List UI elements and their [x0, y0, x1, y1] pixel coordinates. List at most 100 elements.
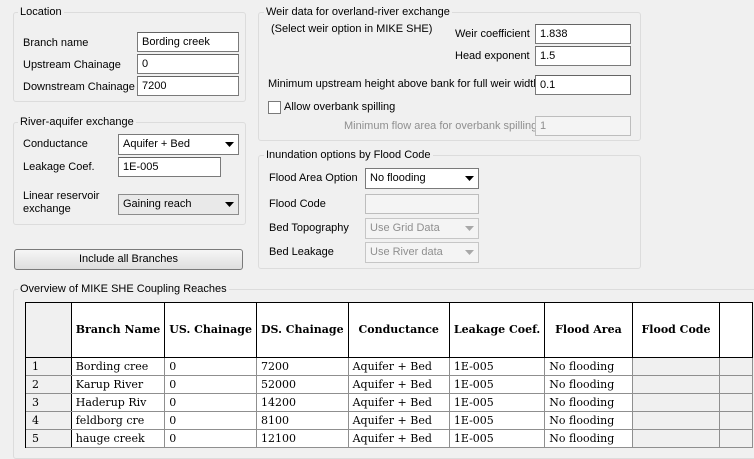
- column-header-ds-chainage[interactable]: DS. Chainage: [256, 303, 349, 358]
- cell-conductance[interactable]: Aquifer + Bed: [348, 375, 450, 394]
- chevron-down-icon: [465, 250, 474, 255]
- allow-overbank-label: Allow overbank spilling: [284, 101, 396, 113]
- flood-code-input[interactable]: [365, 194, 479, 214]
- linear-reservoir-select[interactable]: Gaining reach: [118, 194, 239, 215]
- cell-conductance[interactable]: Aquifer + Bed: [348, 357, 450, 376]
- bed-topography-select[interactable]: Use Grid Data: [365, 218, 479, 239]
- grid-corner: [26, 303, 72, 358]
- branch-name-input[interactable]: Bording creek: [137, 32, 239, 52]
- cell-branch-name[interactable]: hauge creek: [71, 429, 166, 448]
- chevron-down-icon: [225, 142, 234, 147]
- weir-coefficient-input[interactable]: 1.838: [535, 24, 631, 44]
- cell-us-chainage[interactable]: 0: [164, 411, 257, 430]
- inundation-title: Inundation options by Flood Code: [264, 149, 433, 162]
- column-header-conductance[interactable]: Conductance: [348, 303, 450, 358]
- weir-coefficient-label: Weir coefficient: [455, 28, 530, 40]
- cell-branch-name[interactable]: feldborg cre: [71, 411, 166, 430]
- cell-flood-code[interactable]: [632, 357, 721, 376]
- cell-extra: [719, 375, 753, 394]
- cell-conductance[interactable]: Aquifer + Bed: [348, 429, 450, 448]
- allow-overbank-checkbox[interactable]: [268, 101, 281, 114]
- cell-flood-code[interactable]: [632, 375, 721, 394]
- upstream-chainage-input[interactable]: 0: [137, 54, 239, 74]
- cell-flood-code[interactable]: [632, 393, 721, 412]
- overview-title: Overview of MIKE SHE Coupling Reaches: [18, 283, 229, 296]
- bed-topography-label: Bed Topography: [269, 222, 349, 234]
- flood-area-option-value: No flooding: [370, 172, 426, 184]
- table-row[interactable]: 4 feldborg cre 0 8100 Aquifer + Bed 1E-0…: [26, 411, 753, 430]
- location-title: Location: [18, 6, 64, 19]
- cell-branch-name[interactable]: Karup River: [71, 375, 166, 394]
- min-flow-area-input[interactable]: 1: [535, 116, 631, 136]
- table-row[interactable]: 2 Karup River 0 52000 Aquifer + Bed 1E-0…: [26, 375, 753, 394]
- table-row[interactable]: 3 Haderup Riv 0 14200 Aquifer + Bed 1E-0…: [26, 393, 753, 412]
- leakage-coef-input[interactable]: 1E-005: [118, 157, 221, 177]
- linear-reservoir-label: Linear reservoir exchange: [23, 190, 100, 215]
- weir-subtitle: (Select weir option in MIKE SHE): [271, 23, 433, 35]
- flood-code-label: Flood Code: [269, 198, 326, 210]
- cell-flood-area[interactable]: No flooding: [544, 375, 633, 394]
- cell-conductance[interactable]: Aquifer + Bed: [348, 393, 450, 412]
- table-row[interactable]: 1 Bording cree 0 7200 Aquifer + Bed 1E-0…: [26, 357, 753, 376]
- column-header-leakage-coef[interactable]: Leakage Coef.: [449, 303, 546, 358]
- min-flow-area-label: Minimum flow area for overbank spilling: [344, 120, 538, 132]
- cell-leakage-coef[interactable]: 1E-005: [449, 357, 546, 376]
- column-header-branch-name[interactable]: Branch Name: [71, 303, 166, 358]
- row-header[interactable]: 4: [26, 411, 72, 430]
- cell-leakage-coef[interactable]: 1E-005: [449, 429, 546, 448]
- cell-flood-area[interactable]: No flooding: [544, 429, 633, 448]
- column-header-us-chainage[interactable]: US. Chainage: [164, 303, 257, 358]
- cell-branch-name[interactable]: Bording cree: [71, 357, 166, 376]
- conductance-select[interactable]: Aquifer + Bed: [118, 134, 239, 155]
- cell-ds-chainage[interactable]: 52000: [256, 375, 349, 394]
- weir-title: Weir data for overland-river exchange: [264, 6, 452, 19]
- column-header-flood-code[interactable]: Flood Code: [632, 303, 721, 358]
- cell-flood-code[interactable]: [632, 429, 721, 448]
- chevron-down-icon: [465, 176, 474, 181]
- row-header[interactable]: 3: [26, 393, 72, 412]
- cell-us-chainage[interactable]: 0: [164, 393, 257, 412]
- row-header[interactable]: 1: [26, 357, 72, 376]
- branch-name-label: Branch name: [23, 37, 89, 49]
- column-header-flood-area[interactable]: Flood Area: [544, 303, 633, 358]
- cell-us-chainage[interactable]: 0: [164, 357, 257, 376]
- cell-us-chainage[interactable]: 0: [164, 429, 257, 448]
- bed-leakage-label: Bed Leakage: [269, 246, 334, 258]
- downstream-chainage-input[interactable]: 7200: [137, 76, 239, 96]
- bed-leakage-value: Use River data: [370, 246, 443, 258]
- cell-ds-chainage[interactable]: 12100: [256, 429, 349, 448]
- cell-branch-name[interactable]: Haderup Riv: [71, 393, 166, 412]
- head-exponent-label: Head exponent: [455, 50, 530, 62]
- cell-extra: [719, 357, 753, 376]
- conductance-label: Conductance: [23, 138, 88, 150]
- cell-extra: [719, 393, 753, 412]
- include-all-branches-button[interactable]: Include all Branches: [14, 249, 243, 270]
- bed-topography-value: Use Grid Data: [370, 222, 440, 234]
- cell-flood-area[interactable]: No flooding: [544, 411, 633, 430]
- cell-leakage-coef[interactable]: 1E-005: [449, 393, 546, 412]
- table-row[interactable]: 5 hauge creek 0 12100 Aquifer + Bed 1E-0…: [26, 429, 753, 448]
- min-height-input[interactable]: 0.1: [535, 75, 631, 95]
- cell-ds-chainage[interactable]: 8100: [256, 411, 349, 430]
- head-exponent-input[interactable]: 1.5: [535, 46, 631, 66]
- column-header-extra: [719, 303, 753, 358]
- cell-flood-area[interactable]: No flooding: [544, 357, 633, 376]
- cell-conductance[interactable]: Aquifer + Bed: [348, 411, 450, 430]
- cell-us-chainage[interactable]: 0: [164, 375, 257, 394]
- linear-reservoir-value: Gaining reach: [123, 198, 192, 210]
- row-header[interactable]: 2: [26, 375, 72, 394]
- cell-ds-chainage[interactable]: 7200: [256, 357, 349, 376]
- row-header[interactable]: 5: [26, 429, 72, 448]
- flood-area-option-label: Flood Area Option: [269, 172, 358, 184]
- cell-ds-chainage[interactable]: 14200: [256, 393, 349, 412]
- cell-leakage-coef[interactable]: 1E-005: [449, 411, 546, 430]
- cell-leakage-coef[interactable]: 1E-005: [449, 375, 546, 394]
- cell-extra: [719, 411, 753, 430]
- cell-flood-code[interactable]: [632, 411, 721, 430]
- grid-header-row: Branch Name US. Chainage DS. Chainage Co…: [26, 303, 753, 358]
- chevron-down-icon: [225, 202, 234, 207]
- flood-area-option-select[interactable]: No flooding: [365, 168, 479, 189]
- bed-leakage-select[interactable]: Use River data: [365, 242, 479, 263]
- coupling-reaches-grid[interactable]: Branch Name US. Chainage DS. Chainage Co…: [25, 302, 753, 448]
- cell-flood-area[interactable]: No flooding: [544, 393, 633, 412]
